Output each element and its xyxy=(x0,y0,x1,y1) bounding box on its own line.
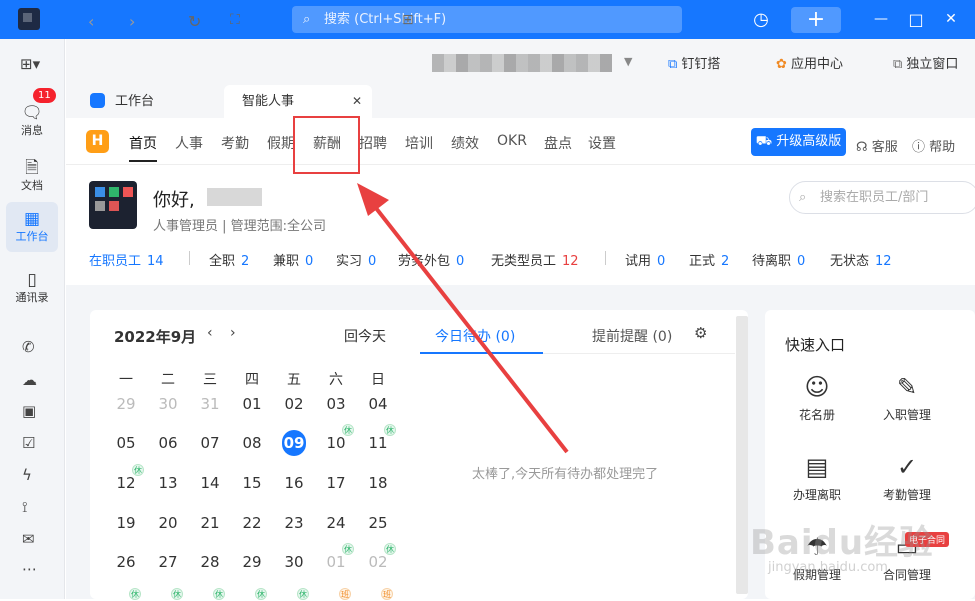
watermark-url: jingyan.baidu.com xyxy=(768,560,888,575)
watermark: Baidu经验 xyxy=(750,523,935,563)
annotation-arrow xyxy=(357,183,569,454)
